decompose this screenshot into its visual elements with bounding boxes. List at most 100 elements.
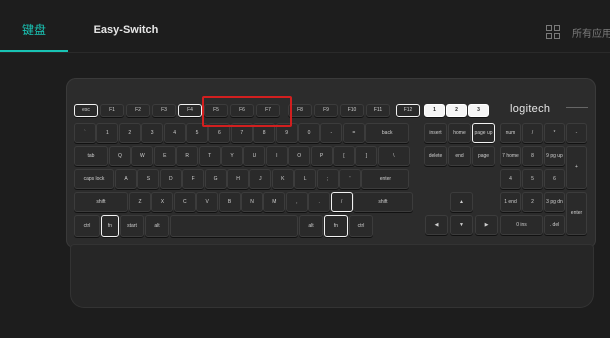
- key-z[interactable]: Z: [129, 192, 151, 212]
- key-caps-lock[interactable]: caps lock: [74, 169, 114, 189]
- key-page-down[interactable]: page down: [472, 146, 495, 166]
- key-fn[interactable]: fn: [101, 215, 119, 237]
- key-i[interactable]: I: [265, 146, 288, 166]
- key-insert[interactable]: insert: [424, 123, 447, 143]
- key-space[interactable]: [170, 215, 298, 237]
- key-home[interactable]: home: [448, 123, 471, 143]
- key-start[interactable]: start: [120, 215, 144, 237]
- key-f2[interactable]: F2: [126, 104, 150, 117]
- key-p[interactable]: P: [310, 146, 333, 166]
- key-[interactable]: ': [339, 169, 361, 189]
- key-f10[interactable]: F10: [340, 104, 364, 117]
- key-t[interactable]: T: [198, 146, 221, 166]
- key-2[interactable]: 2: [522, 192, 543, 212]
- key-0-ins[interactable]: 0 ins: [500, 215, 543, 235]
- key-2[interactable]: 2: [118, 123, 141, 143]
- key-m[interactable]: M: [263, 192, 286, 212]
- key-shift[interactable]: shift: [74, 192, 128, 212]
- key-[interactable]: [: [333, 146, 355, 166]
- key-f3[interactable]: F3: [152, 104, 176, 117]
- key-[interactable]: ]: [355, 146, 378, 166]
- key-h[interactable]: H: [227, 169, 249, 189]
- grid-icon[interactable]: [546, 25, 560, 39]
- key-d[interactable]: D: [159, 169, 182, 189]
- tab-easy-switch[interactable]: Easy-Switch: [90, 0, 162, 52]
- key-f12[interactable]: F12: [396, 104, 420, 117]
- key-n[interactable]: N: [241, 192, 263, 212]
- key-[interactable]: `: [74, 123, 96, 143]
- key-u[interactable]: U: [243, 146, 266, 166]
- key-j[interactable]: J: [249, 169, 272, 189]
- key-b[interactable]: B: [218, 192, 241, 212]
- key-[interactable]: ▲: [450, 192, 473, 212]
- key-l[interactable]: L: [294, 169, 317, 189]
- key-fn[interactable]: fn: [324, 215, 348, 237]
- key-[interactable]: +: [566, 146, 587, 189]
- key-1[interactable]: 1: [424, 104, 445, 117]
- all-apps-label[interactable]: 所有应用: [572, 25, 610, 40]
- key-[interactable]: *: [544, 123, 565, 143]
- key-w[interactable]: W: [131, 146, 154, 166]
- key-8[interactable]: 8: [522, 146, 543, 166]
- key-q[interactable]: Q: [109, 146, 131, 166]
- key-3-pg-dn[interactable]: 3 pg dn: [544, 192, 565, 212]
- key-[interactable]: -: [320, 123, 343, 143]
- key-alt[interactable]: alt: [145, 215, 169, 237]
- key-a[interactable]: A: [115, 169, 137, 189]
- key-f1[interactable]: F1: [100, 104, 124, 117]
- key-alt[interactable]: alt: [299, 215, 323, 237]
- key-4[interactable]: 4: [163, 123, 186, 143]
- key-[interactable]: ▶: [475, 215, 498, 235]
- key-f11[interactable]: F11: [366, 104, 390, 117]
- key-e[interactable]: E: [153, 146, 176, 166]
- tab-keyboard-label: 键盘: [21, 23, 46, 37]
- key-esc[interactable]: esc: [74, 104, 98, 117]
- key-[interactable]: ▼: [450, 215, 473, 235]
- key-g[interactable]: G: [204, 169, 227, 189]
- key-delete[interactable]: delete: [424, 146, 447, 166]
- key-end[interactable]: end: [448, 146, 471, 166]
- key-y[interactable]: Y: [221, 146, 243, 166]
- key-num-lock[interactable]: num lock: [500, 123, 521, 143]
- key-9-pg-up[interactable]: 9 pg up: [544, 146, 565, 166]
- key-[interactable]: /: [330, 192, 353, 212]
- key-3[interactable]: 3: [141, 123, 164, 143]
- key-back[interactable]: back: [365, 123, 410, 143]
- key-6[interactable]: 6: [544, 169, 565, 189]
- key-2[interactable]: 2: [446, 104, 467, 117]
- key-r[interactable]: R: [176, 146, 199, 166]
- key-f[interactable]: F: [182, 169, 205, 189]
- tab-keyboard[interactable]: 键盘: [0, 0, 68, 52]
- key-[interactable]: =: [342, 123, 365, 143]
- key-[interactable]: ◀: [425, 215, 448, 235]
- key-5[interactable]: 5: [522, 169, 543, 189]
- key-tab[interactable]: tab: [74, 146, 108, 166]
- key-f4[interactable]: F4: [178, 104, 202, 117]
- key-enter[interactable]: enter: [361, 169, 410, 189]
- key-[interactable]: \: [377, 146, 410, 166]
- key-v[interactable]: V: [196, 192, 219, 212]
- key-[interactable]: ;: [316, 169, 339, 189]
- key-del[interactable]: . del: [544, 215, 565, 235]
- key-[interactable]: -: [566, 123, 587, 143]
- key-[interactable]: ,: [285, 192, 308, 212]
- key-0[interactable]: 0: [298, 123, 320, 143]
- key-x[interactable]: X: [151, 192, 174, 212]
- key-shift[interactable]: shift: [353, 192, 413, 212]
- key-[interactable]: .: [308, 192, 331, 212]
- key-7-home[interactable]: 7 home: [500, 146, 521, 166]
- key-enter[interactable]: enter: [566, 192, 587, 235]
- key-page-up[interactable]: page up: [472, 123, 495, 143]
- key-c[interactable]: C: [173, 192, 196, 212]
- key-s[interactable]: S: [137, 169, 160, 189]
- key-ctrl[interactable]: ctrl: [349, 215, 373, 237]
- key-4[interactable]: 4: [500, 169, 521, 189]
- key-1-end[interactable]: 1 end: [500, 192, 521, 212]
- key-o[interactable]: O: [288, 146, 311, 166]
- key-1[interactable]: 1: [96, 123, 119, 143]
- key-f9[interactable]: F9: [314, 104, 338, 117]
- key-3[interactable]: 3: [468, 104, 489, 117]
- key-k[interactable]: K: [271, 169, 294, 189]
- key-ctrl[interactable]: ctrl: [74, 215, 100, 237]
- key-[interactable]: /: [522, 123, 543, 143]
